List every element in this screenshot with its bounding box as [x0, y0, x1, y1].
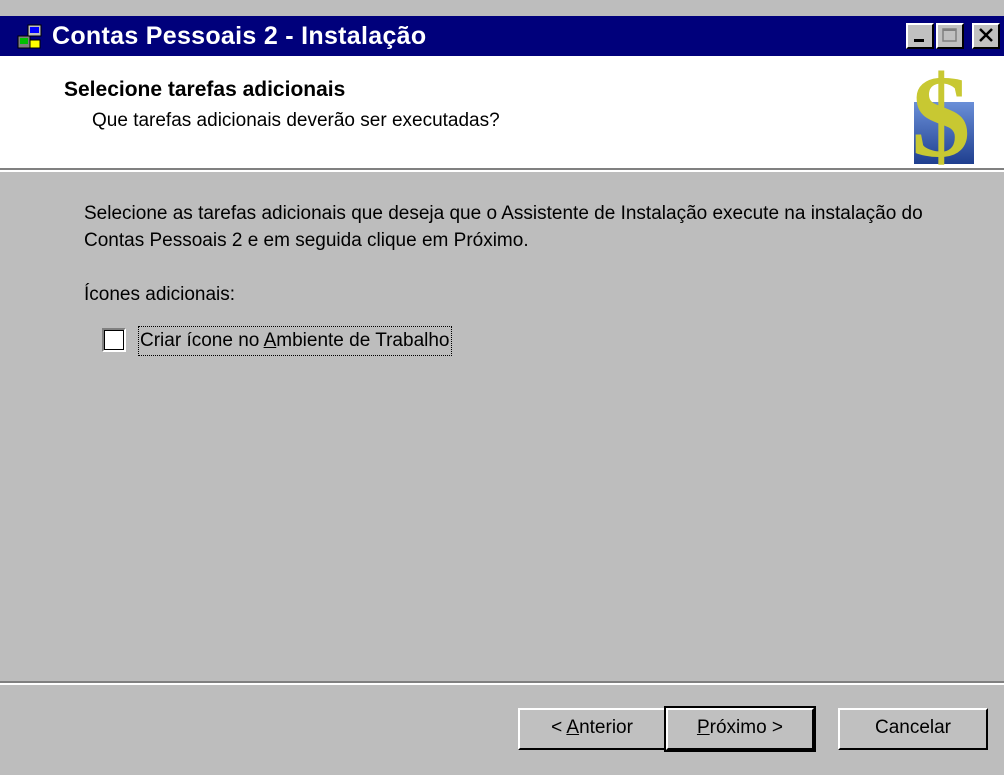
- maximize-button[interactable]: [936, 23, 964, 49]
- next-button[interactable]: Próximo >: [664, 706, 816, 752]
- installer-window: Contas Pessoais 2 - Instalação Selecione…: [0, 0, 1004, 775]
- window-title: Contas Pessoais 2 - Instalação: [52, 22, 427, 50]
- close-icon: [979, 28, 993, 42]
- additional-icons-label: Ícones adicionais:: [84, 284, 236, 305]
- title-bar[interactable]: Contas Pessoais 2 - Instalação: [0, 16, 1004, 56]
- cancel-button[interactable]: Cancelar: [838, 708, 988, 750]
- tasks-description: Selecione as tarefas adicionais que dese…: [84, 203, 923, 251]
- wizard-header: Selecione tarefas adicionais Que tarefas…: [0, 56, 1004, 168]
- installer-app-icon: [17, 24, 42, 49]
- desktop-icon-label[interactable]: Criar ícone no Ambiente de Trabalho: [138, 326, 452, 356]
- minimize-icon: [914, 39, 924, 42]
- maximize-icon: [942, 28, 957, 42]
- page-subtitle: Que tarefas adicionais deverão ser execu…: [92, 110, 500, 131]
- minimize-button[interactable]: [906, 23, 934, 49]
- close-button[interactable]: [972, 23, 1000, 49]
- svg-text:$: $: [912, 58, 971, 166]
- dollar-logo-icon: $: [912, 58, 974, 166]
- desktop-icon-checkbox[interactable]: [102, 328, 126, 352]
- page-title: Selecione tarefas adicionais: [64, 78, 346, 101]
- back-button[interactable]: < Anterior: [518, 708, 666, 750]
